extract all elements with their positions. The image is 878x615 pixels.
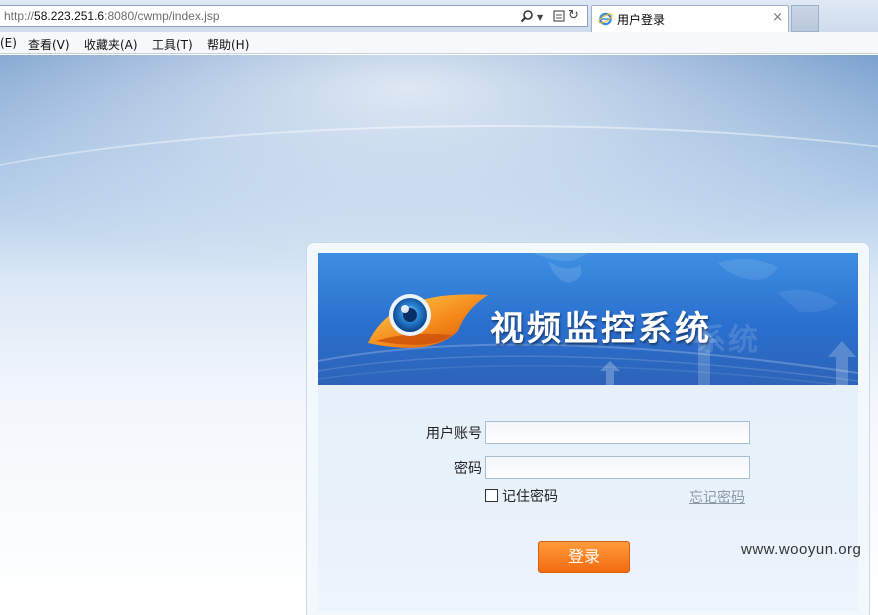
remember-password-label: 记住密码 xyxy=(502,489,558,505)
tab-user-login[interactable]: 用户登录 × xyxy=(591,5,789,32)
eye-logo-icon xyxy=(368,294,488,348)
url-input[interactable]: http://58.223.251.6:8080/cwmp/index.jsp … xyxy=(0,5,588,27)
login-form: 用户账号 密码 记住密码 忘记密码 登录 xyxy=(318,385,858,611)
login-panel: 系统 视频监控系统 用户账号 密码 记住密码 忘记密码 登录 xyxy=(306,242,870,615)
tab-title: 用户登录 xyxy=(617,13,666,27)
remember-password[interactable]: 记住密码 xyxy=(485,486,558,506)
menu-help[interactable]: 帮助(H) xyxy=(207,36,249,53)
menu-edit[interactable]: (E) xyxy=(0,36,17,50)
menu-favorites[interactable]: 收藏夹(A) xyxy=(84,36,138,53)
browser-address-bar: http://58.223.251.6:8080/cwmp/index.jsp … xyxy=(0,0,878,32)
menu-view[interactable]: 查看(V) xyxy=(28,36,70,53)
watermark: www.wooyun.org xyxy=(741,541,862,558)
close-tab-icon[interactable]: × xyxy=(772,10,783,25)
menu-bar: (E) 查看(V) 收藏夹(A) 工具(T) 帮助(H) xyxy=(0,32,878,54)
remember-password-checkbox[interactable] xyxy=(485,489,498,502)
password-input[interactable] xyxy=(485,456,750,479)
new-tab-button[interactable] xyxy=(791,5,819,32)
banner: 系统 视频监控系统 xyxy=(318,253,858,385)
forgot-password-link[interactable]: 忘记密码 xyxy=(689,487,745,507)
page-background: 系统 视频监控系统 用户账号 密码 记住密码 忘记密码 登录 xyxy=(0,55,878,615)
compatibility-view-icon[interactable] xyxy=(553,9,565,26)
menu-tools[interactable]: 工具(T) xyxy=(152,36,193,53)
ie-icon xyxy=(598,12,613,26)
dropdown-arrow-icon[interactable]: ▼ xyxy=(537,13,543,22)
login-button[interactable]: 登录 xyxy=(538,541,630,573)
password-label: 密码 xyxy=(454,461,482,477)
refresh-icon[interactable]: ↻ xyxy=(568,8,579,23)
account-label: 用户账号 xyxy=(426,426,482,442)
system-title: 视频监控系统 xyxy=(490,309,712,349)
search-icon[interactable] xyxy=(520,9,534,26)
account-input[interactable] xyxy=(485,421,750,444)
url-text: http://58.223.251.6:8080/cwmp/index.jsp xyxy=(4,9,220,23)
